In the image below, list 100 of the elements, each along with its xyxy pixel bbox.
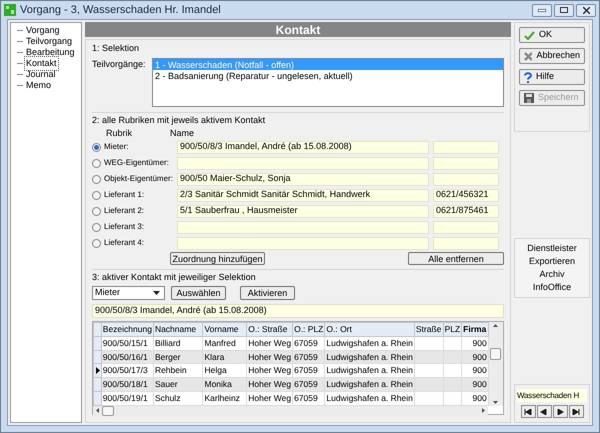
rubrik-label: WEG-Eigentümer:: [104, 157, 170, 169]
group-title: 2: alle Rubriken mit jeweils aktivem Kontakt: [92, 114, 266, 124]
radio-button[interactable]: [92, 174, 101, 184]
row-header[interactable]: [94, 364, 102, 378]
table-cell: 900/50/15/1: [101, 336, 154, 350]
record-field: Wasserschaden H: [517, 389, 587, 402]
tree-item[interactable]: Memo: [25, 78, 52, 92]
cross-icon: [524, 52, 532, 60]
active-contact-field: 900/50/8/3 Imandel, André (ab 15.08.2008): [92, 304, 504, 318]
name-field: 2/3 Sanitär Schmidt Sanitär Schmidt, Handwerk: [177, 188, 429, 202]
help-icon: [524, 72, 532, 82]
close-button[interactable]: [576, 4, 596, 16]
link[interactable]: InfoOffice: [532, 282, 572, 293]
table-cell: 900: [462, 336, 488, 350]
column-label: Name: [170, 127, 194, 140]
group-title: 3: aktiver Kontakt mit jeweiliger Selektion: [92, 272, 256, 282]
table-cell: 900: [462, 391, 488, 405]
ok-button[interactable]: OK: [519, 27, 585, 43]
current-row-icon: [96, 367, 100, 374]
scroll-up-icon: [493, 324, 498, 327]
link[interactable]: Dienstleister: [527, 243, 577, 254]
rubrik-label: Lieferant 3:: [104, 221, 146, 233]
rubrik-label: Mieter:: [104, 141, 130, 153]
phone-field: [433, 156, 499, 170]
remove-all-button[interactable]: Alle entfernen: [408, 252, 504, 264]
table-cell: Ludwigshafen a. Rhein: [324, 336, 414, 350]
minimize-button[interactable]: [532, 4, 552, 16]
radio-button[interactable]: [92, 206, 101, 216]
scroll-right-icon: [482, 408, 485, 413]
radio-button[interactable]: [92, 190, 101, 200]
window-title: Vorgang - 3, Wasserschaden Hr. Imandel: [20, 2, 221, 18]
table-cell: 900/50/19/1: [101, 391, 154, 405]
table-cell: Hoher Weg: [246, 378, 293, 392]
link[interactable]: Archiv: [539, 269, 564, 280]
dropdown[interactable]: Mieter: [92, 286, 165, 300]
rubrik-label: Lieferant 2:: [104, 205, 146, 217]
table-cell: Monika: [202, 378, 247, 392]
column-header[interactable]: O.: Straße: [246, 322, 293, 336]
first-record-button[interactable]: [520, 405, 536, 418]
caret-icon: [153, 291, 160, 295]
column-header[interactable]: Firma: [462, 322, 488, 336]
link[interactable]: Exportieren: [528, 256, 576, 267]
save-icon: [524, 93, 534, 103]
table-cell: Hoher Weg: [246, 336, 293, 350]
table-cell: 900/50/18/1: [101, 378, 154, 392]
name-field: 5/1 Sauberfrau , Hausmeister: [177, 204, 429, 218]
column-header[interactable]: PLZ: [443, 322, 462, 336]
rubrik-label: Objekt-Eigentümer:: [104, 173, 174, 185]
previous-icon: [540, 408, 548, 414]
select-button[interactable]: Auswählen: [171, 286, 226, 300]
rubrik-label: Lieferant 4:: [104, 237, 146, 249]
table-cell: 67059: [292, 378, 325, 392]
cancel-button[interactable]: Abbrechen: [519, 48, 585, 64]
add-assignment-button[interactable]: Zuordnung hinzufügen: [170, 252, 265, 264]
radio-button[interactable]: [92, 222, 101, 232]
phone-field: [433, 172, 499, 186]
tree-item[interactable]: Bearbeitung: [25, 46, 76, 60]
minimize-icon: [538, 8, 546, 12]
radio-button[interactable]: [92, 142, 101, 152]
list-box[interactable]: 1 - Wasserschaden (Notfall - offen) 2 - Badsanierung (Reparatur - ungelesen, aktuell): [152, 58, 504, 106]
horizontal-scrollbar[interactable]: [93, 406, 488, 416]
table-cell: 67059: [292, 336, 325, 350]
table-cell: Sauer: [153, 378, 203, 392]
next-record-button[interactable]: [552, 405, 568, 418]
radio-button[interactable]: [92, 238, 101, 248]
scroll-thumb[interactable]: [490, 348, 502, 360]
column-header[interactable]: Vorname: [202, 322, 247, 336]
table-cell: Ludwigshafen a. Rhein: [324, 391, 414, 405]
last-icon: [572, 408, 580, 414]
list-item[interactable]: 2 - Badsanierung (Reparatur - ungelesen, aktuell): [153, 70, 503, 80]
table-cell: Ludwigshafen a. Rhein: [324, 378, 414, 392]
tree-item[interactable]: Teilvorgang: [25, 34, 74, 48]
column-header[interactable]: O.: PLZ: [292, 322, 325, 336]
column-header[interactable]: Nachname: [153, 322, 203, 336]
tree-item[interactable]: Vorgang: [25, 24, 61, 38]
tree-item[interactable]: Kontakt: [25, 56, 58, 70]
column-header[interactable]: Straße: [414, 322, 444, 336]
maximize-icon: [560, 7, 568, 13]
activate-button[interactable]: Aktivieren: [240, 286, 295, 300]
table-cell: 67059: [292, 391, 325, 405]
next-icon: [556, 408, 564, 414]
field-label: Teilvorgänge:: [92, 58, 144, 71]
column-label: Rubrik: [105, 127, 134, 140]
phone-field: 0621/456321: [433, 188, 499, 202]
column-header[interactable]: Bezeichnung: [101, 322, 154, 336]
help-button[interactable]: Hilfe: [519, 69, 585, 85]
vertical-scrollbar[interactable]: [488, 322, 503, 406]
radio-button[interactable]: [92, 158, 101, 168]
phone-field: [433, 220, 499, 234]
table-cell: Manfred: [202, 336, 247, 350]
tree-item[interactable]: Journal: [25, 68, 57, 82]
first-icon: [524, 408, 532, 414]
scroll-thumb[interactable]: [102, 406, 114, 416]
scroll-down-icon: [493, 400, 498, 404]
previous-record-button[interactable]: [536, 405, 552, 418]
last-record-button[interactable]: [568, 405, 584, 418]
maximize-button[interactable]: [554, 4, 574, 16]
rubrik-label: Lieferant 1:: [104, 189, 146, 201]
table-cell: Hoher Weg: [246, 391, 293, 405]
column-header[interactable]: O.: Ort: [324, 322, 414, 336]
